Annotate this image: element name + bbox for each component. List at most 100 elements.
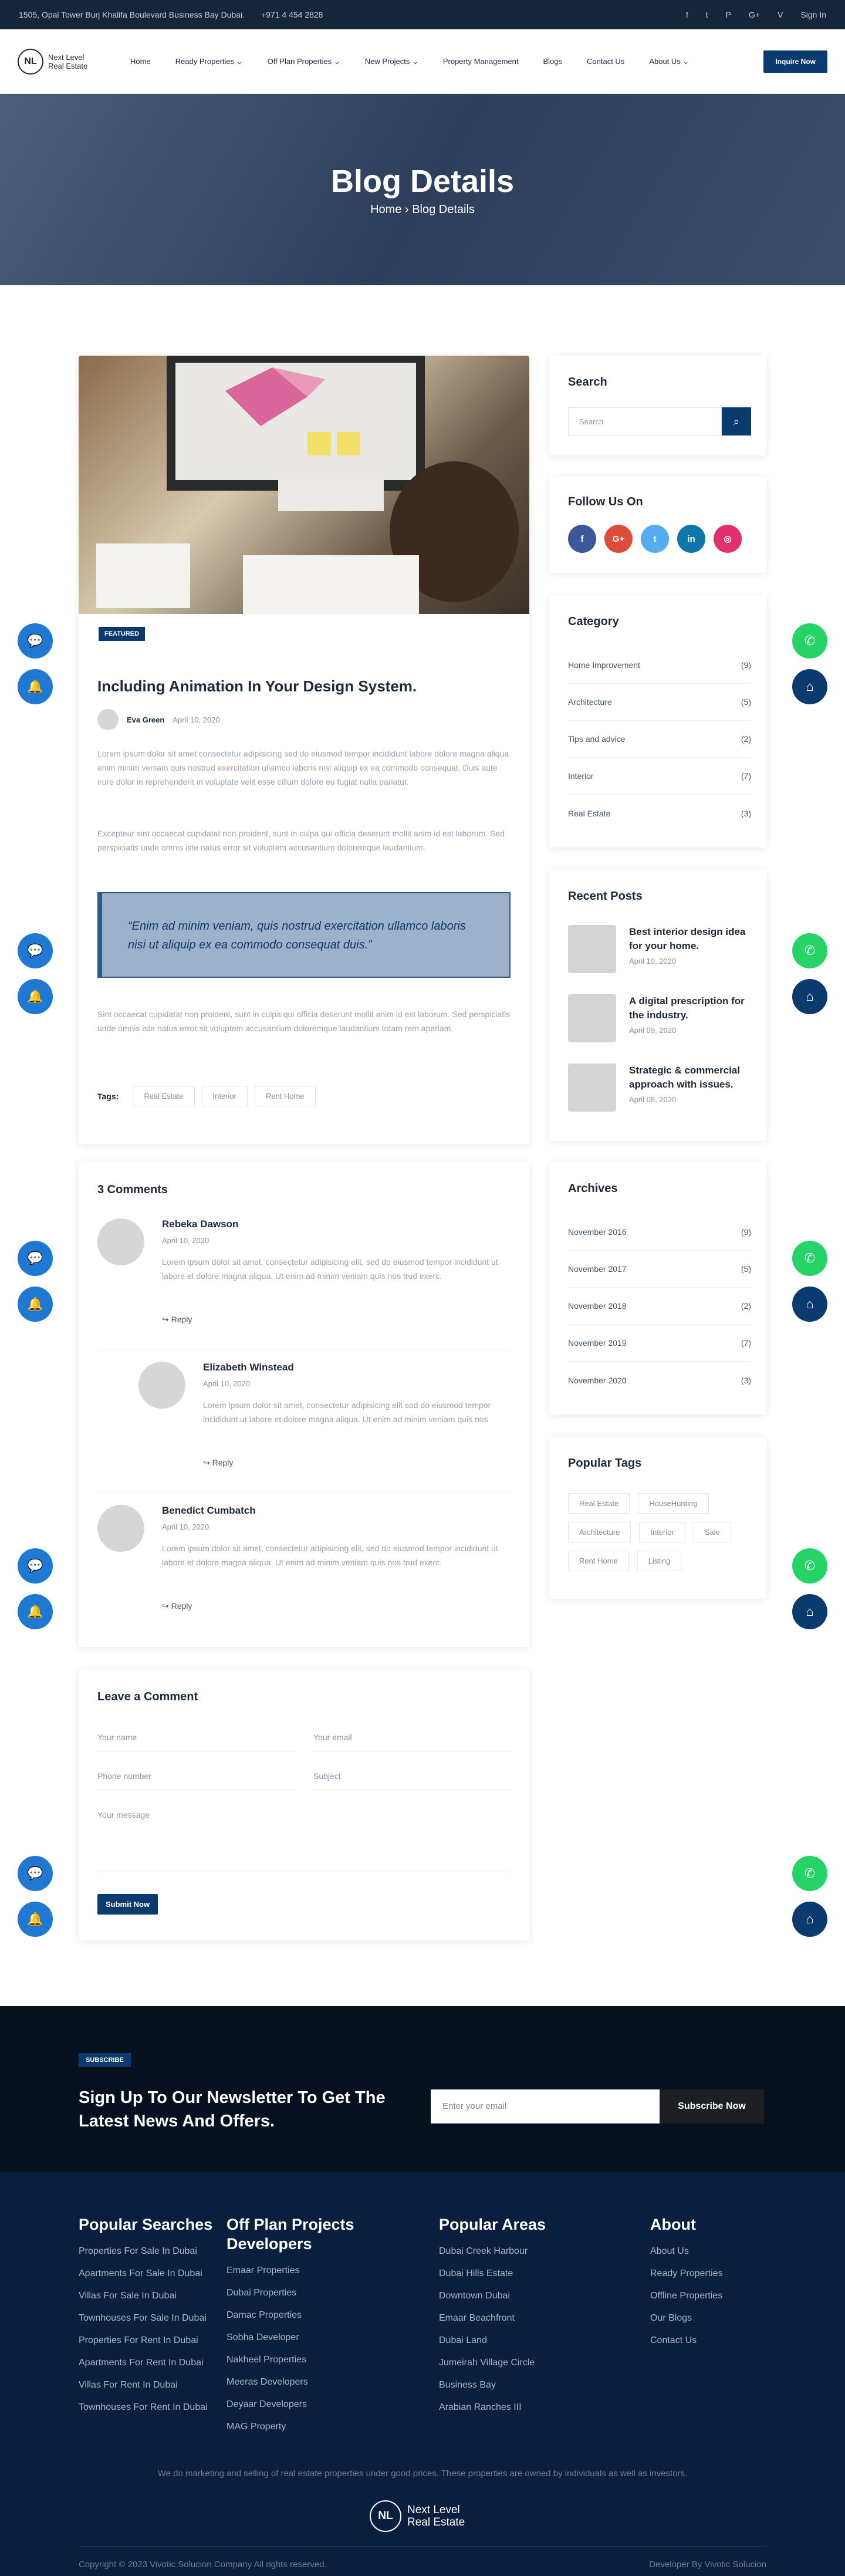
whatsapp-float-button[interactable]: ✆ (792, 933, 827, 968)
category-item[interactable]: Interior (7) (568, 758, 751, 795)
chat-float-button[interactable]: 💬 (18, 1548, 53, 1584)
bell-float-button[interactable]: 🔔 (18, 1594, 53, 1629)
chat-float-button[interactable]: 💬 (18, 1856, 53, 1891)
pinterest-icon[interactable]: P (726, 10, 731, 19)
category-item[interactable]: Architecture (5) (568, 684, 751, 721)
whatsapp-float-button[interactable]: ✆ (792, 623, 827, 659)
footer-link[interactable]: Properties For Sale In Dubai (79, 2246, 225, 2257)
linkedin-icon[interactable]: in (677, 525, 705, 553)
footer-link[interactable]: Contact Us (650, 2335, 768, 2346)
phone-text[interactable]: +971 4 454 2828 (261, 10, 323, 19)
twitter-icon[interactable]: t (706, 10, 708, 19)
nav-about[interactable]: About Us ⌄ (649, 57, 689, 66)
footer-link[interactable]: Sobha Developer (227, 2332, 373, 2343)
footer-link[interactable]: Dubai Hills Estate (439, 2268, 586, 2279)
popular-tag[interactable]: HouseHunting (638, 1493, 709, 1514)
home-float-button[interactable]: ⌂ (792, 669, 827, 704)
footer-link[interactable]: Nakheel Properties (227, 2355, 373, 2365)
footer-link[interactable]: Business Bay (439, 2380, 586, 2391)
twitter-icon[interactable]: t (641, 525, 669, 553)
footer-link[interactable]: Meeras Developers (227, 2377, 373, 2388)
footer-link[interactable]: Townhouses For Sale In Dubai (79, 2313, 225, 2324)
bell-float-button[interactable]: 🔔 (18, 979, 53, 1014)
footer-link[interactable]: Dubai Creek Harbour (439, 2246, 586, 2257)
footer-link[interactable]: Townhouses For Rent In Dubai (79, 2402, 225, 2413)
search-input[interactable]: Search (568, 407, 722, 435)
vimeo-icon[interactable]: V (778, 10, 783, 19)
footer-link[interactable]: Damac Properties (227, 2310, 373, 2321)
nav-new-projects[interactable]: New Projects ⌄ (365, 57, 418, 66)
archive-item[interactable]: November 2016 (9) (568, 1214, 751, 1251)
footer-link[interactable]: Emaar Properties (227, 2266, 373, 2276)
footer-link[interactable]: Dubai Land (439, 2335, 586, 2346)
nav-ready-properties[interactable]: Ready Properties ⌄ (175, 57, 243, 66)
footer-link[interactable]: Villas For Rent In Dubai (79, 2380, 225, 2391)
nav-off-plan[interactable]: Off Plan Properties ⌄ (268, 57, 340, 66)
nav-blogs[interactable]: Blogs (543, 57, 562, 66)
facebook-icon[interactable]: f (686, 10, 688, 19)
home-float-button[interactable]: ⌂ (792, 1594, 827, 1629)
whatsapp-float-button[interactable]: ✆ (792, 1548, 827, 1584)
submit-button[interactable]: Submit Now (97, 1894, 158, 1915)
home-float-button[interactable]: ⌂ (792, 1902, 827, 1937)
subscribe-button[interactable]: Subscribe Now (660, 2089, 764, 2123)
home-float-button[interactable]: ⌂ (792, 1287, 827, 1322)
archive-item[interactable]: November 2019 (7) (568, 1325, 751, 1362)
reply-button[interactable]: ↪ Reply (162, 1315, 192, 1325)
popular-tag[interactable]: Rent Home (568, 1551, 629, 1571)
whatsapp-float-button[interactable]: ✆ (792, 1856, 827, 1891)
archive-item[interactable]: November 2018 (2) (568, 1288, 751, 1325)
name-field[interactable]: Your name (97, 1728, 296, 1751)
google-plus-icon[interactable]: G+ (604, 525, 633, 553)
home-float-button[interactable]: ⌂ (792, 979, 827, 1014)
popular-tag[interactable]: Sale (693, 1522, 731, 1542)
footer-link[interactable]: Ready Properties (650, 2268, 768, 2279)
nav-property-management[interactable]: Property Management (443, 57, 519, 66)
footer-link[interactable]: Villas For Sale In Dubai (79, 2291, 225, 2301)
google-plus-icon[interactable]: G+ (749, 10, 760, 19)
footer-link[interactable]: Deyaar Developers (227, 2399, 373, 2410)
recent-post[interactable]: A digital prescription for the industry.… (568, 994, 751, 1042)
tag-rent-home[interactable]: Rent Home (254, 1086, 316, 1106)
footer-link[interactable]: Our Blogs (650, 2313, 768, 2324)
crumb-home[interactable]: Home (370, 203, 401, 216)
chat-float-button[interactable]: 💬 (18, 623, 53, 659)
tag-interior[interactable]: Interior (201, 1086, 248, 1106)
footer-link[interactable]: Jumeirah Village Circle (439, 2358, 586, 2368)
category-item[interactable]: Real Estate (3) (568, 795, 751, 832)
footer-link[interactable]: Arabian Ranches III (439, 2402, 586, 2413)
nav-contact[interactable]: Contact Us (587, 57, 624, 66)
reply-button[interactable]: ↪ Reply (203, 1458, 233, 1468)
whatsapp-float-button[interactable]: ✆ (792, 1241, 827, 1276)
popular-tag[interactable]: Architecture (568, 1522, 631, 1542)
footer-link[interactable]: MAG Property (227, 2422, 373, 2432)
signin-link[interactable]: Sign In (800, 10, 826, 19)
archive-item[interactable]: November 2020 (3) (568, 1362, 751, 1399)
message-field[interactable]: Your message (97, 1805, 511, 1872)
inquire-button[interactable]: Inquire Now (763, 50, 827, 73)
nav-home[interactable]: Home (130, 57, 151, 66)
newsletter-email-input[interactable]: Enter your email (431, 2089, 660, 2123)
recent-post[interactable]: Best interior design idea for your home.… (568, 925, 751, 973)
footer-link[interactable]: Offline Properties (650, 2291, 768, 2301)
popular-tag[interactable]: Interior (639, 1522, 685, 1542)
instagram-icon[interactable]: ◎ (714, 525, 742, 553)
archive-item[interactable]: November 2017 (5) (568, 1251, 751, 1288)
category-item[interactable]: Tips and advice (2) (568, 721, 751, 758)
footer-link[interactable]: Emaar Beachfront (439, 2313, 586, 2324)
facebook-icon[interactable]: f (568, 525, 596, 553)
phone-field[interactable]: Phone number (97, 1767, 296, 1790)
category-item[interactable]: Home Improvement (9) (568, 647, 751, 684)
tag-real-estate[interactable]: Real Estate (133, 1086, 195, 1106)
bell-float-button[interactable]: 🔔 (18, 1287, 53, 1322)
footer-link[interactable]: About Us (650, 2246, 768, 2257)
post-author[interactable]: Eva Green (127, 715, 164, 724)
footer-link[interactable]: Dubai Properties (227, 2288, 373, 2298)
footer-link[interactable]: Downtown Dubai (439, 2291, 586, 2301)
chat-float-button[interactable]: 💬 (18, 933, 53, 968)
developer-link[interactable]: Developer By Vivotic Solucion (649, 2560, 766, 2570)
footer-logo[interactable]: NL Next Level Real Estate (370, 2500, 465, 2532)
footer-link[interactable]: Apartments For Sale In Dubai (79, 2268, 225, 2279)
footer-link[interactable]: Properties For Rent In Dubai (79, 2335, 225, 2346)
recent-post[interactable]: Strategic & commercial approach with iss… (568, 1064, 751, 1112)
